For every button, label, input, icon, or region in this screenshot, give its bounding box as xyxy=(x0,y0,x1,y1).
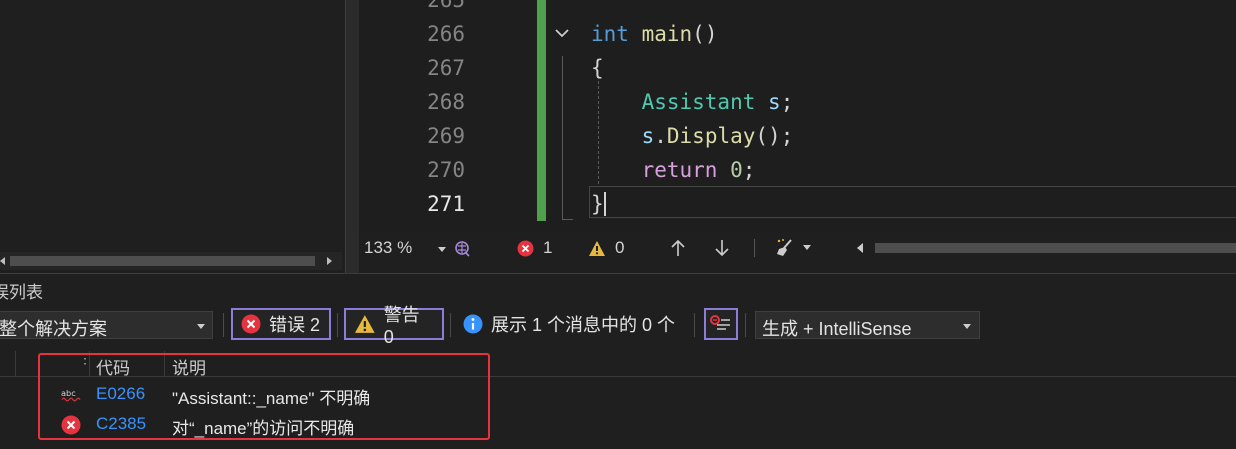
column-divider xyxy=(164,351,165,377)
messages-filter-toggle[interactable]: 展示 1 个消息中的 0 个 xyxy=(457,308,687,340)
scroll-left-arrow-icon[interactable] xyxy=(0,257,5,265)
chevron-down-icon[interactable] xyxy=(803,245,811,250)
scroll-left-arrow-icon[interactable] xyxy=(857,243,863,253)
editor-error-count[interactable]: 1 xyxy=(517,236,552,260)
ai-brain-icon[interactable] xyxy=(453,240,473,258)
code-line-268: Assistant s; xyxy=(641,90,794,114)
error-circle-icon xyxy=(241,314,261,334)
error-code-link[interactable]: C2385 xyxy=(96,414,146,434)
build-source-dropdown[interactable]: 生成 + IntelliSense xyxy=(755,311,980,339)
code-line-266: int main() xyxy=(591,22,718,46)
code-line-271: } xyxy=(591,192,604,216)
line-number: 268 xyxy=(427,90,465,114)
warnings-filter-toggle[interactable]: 警告 0 xyxy=(344,305,444,347)
zoom-dropdown[interactable]: 133 % xyxy=(361,236,448,260)
error-circle-icon xyxy=(61,415,81,435)
error-circle-icon xyxy=(517,240,534,256)
toolbar-separator xyxy=(223,313,224,337)
fold-chevron-icon[interactable] xyxy=(553,24,571,42)
scroll-thumb[interactable] xyxy=(875,243,1236,253)
error-list-toolbar: 整个解决方案 错误 2 警告 0 展示 1 个消息中的 0 个 生成 + Int… xyxy=(0,305,1236,347)
toolbar-separator xyxy=(745,313,746,337)
scroll-right-arrow-icon[interactable] xyxy=(327,257,332,265)
toolbar-separator xyxy=(450,313,451,337)
status-separator xyxy=(754,239,755,257)
column-divider xyxy=(89,351,90,377)
svg-text:abc: abc xyxy=(61,388,76,398)
filter-toggle-button[interactable] xyxy=(704,308,738,340)
current-line-highlight xyxy=(589,186,1236,218)
scope-value: 整个解决方案 xyxy=(0,319,107,339)
panel-border xyxy=(0,273,1236,274)
warning-count-label: 0 xyxy=(615,238,625,257)
pane-splitter[interactable] xyxy=(345,0,359,273)
line-number: 270 xyxy=(427,158,465,182)
toolbar-separator xyxy=(694,313,695,337)
column-options-icon[interactable]: ⋮ xyxy=(78,350,93,367)
line-number-current: 271 xyxy=(427,192,465,216)
warnings-filter-label: 警告 0 xyxy=(383,304,420,347)
left-pane xyxy=(0,0,345,273)
chevron-down-icon xyxy=(197,324,205,329)
column-header-description[interactable]: 说明 xyxy=(172,354,206,379)
build-source-value: 生成 + IntelliSense xyxy=(762,319,912,339)
error-count-label: 1 xyxy=(543,238,553,257)
errors-filter-toggle[interactable]: 错误 2 xyxy=(231,308,331,340)
panel-title: 误列表 xyxy=(0,283,43,302)
error-description: "Assistant::_name" 不明确 xyxy=(172,389,371,408)
error-code-link[interactable]: E0266 xyxy=(96,384,145,404)
scope-bracket-line xyxy=(562,56,573,220)
code-editor[interactable]: 265 266 267 268 269 270 271 int main() {… xyxy=(359,0,1236,233)
errors-filter-label: 错误 2 xyxy=(269,315,321,335)
chevron-down-icon xyxy=(963,324,971,329)
error-row[interactable]: C2385 对“_name”的访问不明确 xyxy=(0,409,1236,439)
arrow-down-icon[interactable] xyxy=(714,239,730,257)
info-circle-icon xyxy=(463,314,483,334)
scroll-thumb[interactable] xyxy=(10,256,315,266)
scope-dropdown[interactable]: 整个解决方案 xyxy=(0,311,213,339)
line-number: 266 xyxy=(427,22,465,46)
spell-error-icon: abc xyxy=(61,388,81,402)
error-description: 对“_name”的访问不明确 xyxy=(172,419,355,438)
code-cleanup-broom-icon[interactable] xyxy=(775,238,797,258)
line-number: 269 xyxy=(427,124,465,148)
text-caret xyxy=(604,192,606,216)
messages-filter-label: 展示 1 个消息中的 0 个 xyxy=(491,315,676,335)
filter-settings-icon xyxy=(710,315,730,330)
vs-window: 265 266 267 268 269 270 271 int main() {… xyxy=(0,0,1236,449)
warning-triangle-icon xyxy=(354,315,375,333)
error-row[interactable]: abc E0266 "Assistant::_name" 不明确 xyxy=(0,379,1236,409)
error-grid: ⋮ 代码 说明 abc E0266 "Assistant::_name" 不明确 xyxy=(0,345,1236,449)
zoom-value: 133 % xyxy=(364,238,413,257)
column-header-code[interactable]: 代码 xyxy=(96,354,130,379)
code-line-267: { xyxy=(591,56,604,80)
change-tracking-bar xyxy=(537,0,546,221)
arrow-up-icon[interactable] xyxy=(670,239,686,257)
chevron-down-icon xyxy=(438,247,446,252)
editor-status-bar: 133 % 1 0 xyxy=(359,233,1236,263)
toolbar-separator xyxy=(337,313,338,337)
grid-header: ⋮ 代码 说明 xyxy=(0,350,1236,379)
warning-triangle-icon xyxy=(589,240,605,256)
code-line-269: s.Display(); xyxy=(641,124,794,148)
left-horizontal-scrollbar[interactable] xyxy=(0,252,342,270)
code-line-270: return 0; xyxy=(641,158,756,182)
line-number: 267 xyxy=(427,56,465,80)
column-divider xyxy=(15,351,16,377)
line-number: 265 xyxy=(427,0,465,12)
editor-warning-count[interactable]: 0 xyxy=(588,236,624,260)
error-list-panel: 误列表 整个解决方案 错误 2 警告 0 展示 1 个消息中的 0 个 生成 +… xyxy=(0,273,1236,449)
editor-horizontal-scrollbar[interactable] xyxy=(857,241,1236,255)
